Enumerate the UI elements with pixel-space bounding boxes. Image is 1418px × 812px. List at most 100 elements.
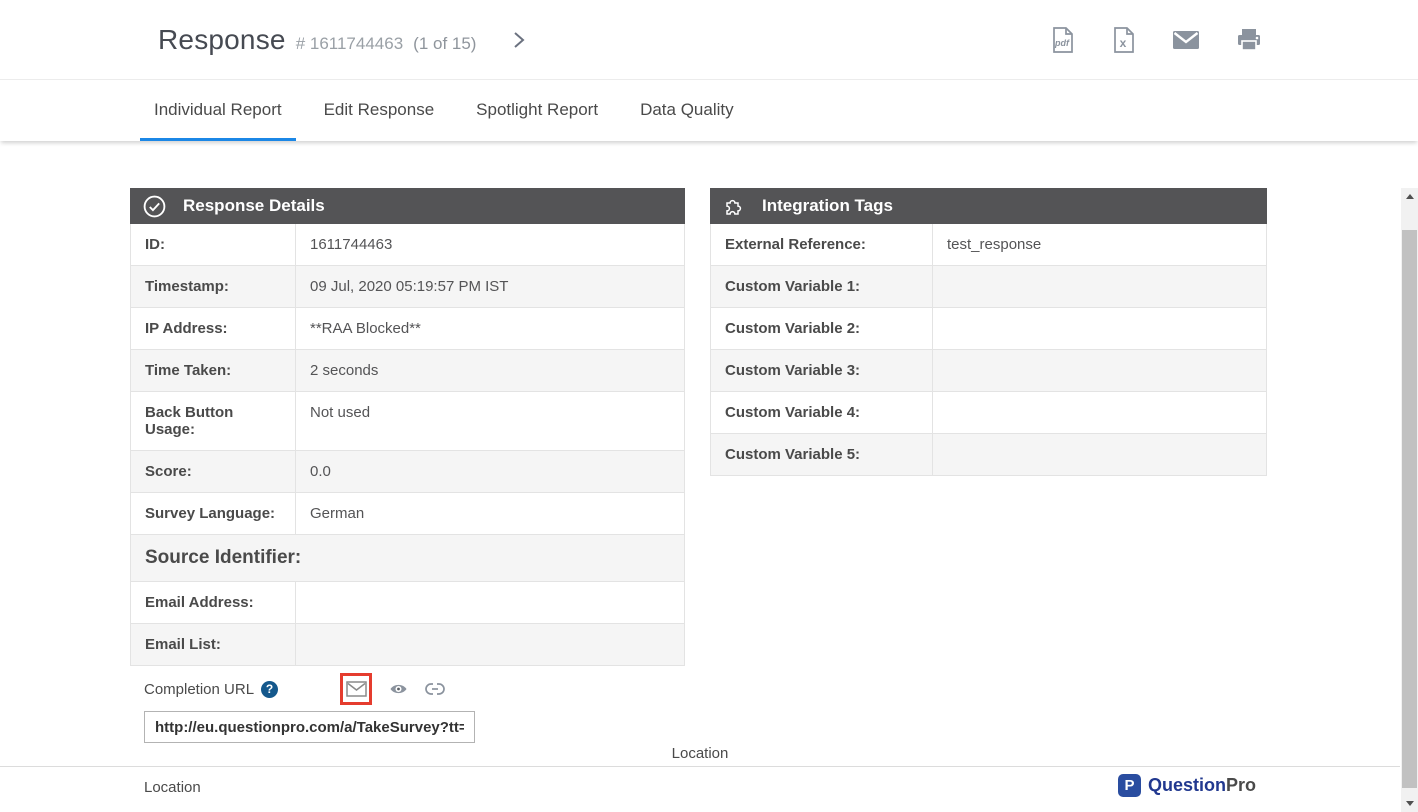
row-value: 2 seconds — [296, 350, 684, 391]
table-row: Back Button Usage: Not used — [131, 392, 684, 451]
eye-icon — [389, 682, 408, 696]
brand-pro: Pro — [1226, 775, 1256, 795]
completion-url-input[interactable] — [144, 711, 475, 743]
row-label: Custom Variable 5: — [711, 434, 933, 475]
header-icons: pdf x — [1050, 26, 1262, 54]
table-row: Custom Variable 3: — [711, 350, 1266, 392]
table-row: Time Taken: 2 seconds — [131, 350, 684, 392]
scroll-down-button[interactable] — [1401, 795, 1418, 812]
row-label: Time Taken: — [131, 350, 296, 391]
copy-link-button[interactable] — [425, 682, 445, 696]
table-row: Custom Variable 1: — [711, 266, 1266, 308]
completion-url-row: Completion URL ? — [144, 672, 484, 706]
row-label: Custom Variable 4: — [711, 392, 933, 433]
row-label: External Reference: — [711, 224, 933, 265]
tab-bar: Individual Report Edit Response Spotligh… — [0, 81, 1418, 141]
row-value — [933, 266, 1266, 307]
preview-url-button[interactable] — [389, 682, 408, 696]
excel-export-icon[interactable]: x — [1111, 26, 1136, 54]
footer-divider — [0, 766, 1400, 767]
table-row: ID: 1611744463 — [131, 224, 684, 266]
table-row: Custom Variable 2: — [711, 308, 1266, 350]
integration-tags-table: External Reference: test_response Custom… — [710, 224, 1267, 476]
response-number: # 1611744463 — [296, 34, 403, 54]
email-response-icon[interactable] — [1172, 29, 1200, 51]
row-value: **RAA Blocked** — [296, 308, 684, 349]
tab-spotlight-report[interactable]: Spotlight Report — [462, 81, 612, 141]
row-label: Email Address: — [131, 582, 296, 623]
row-value — [933, 350, 1266, 391]
row-label: Custom Variable 2: — [711, 308, 933, 349]
completion-url-label: Completion URL — [144, 681, 254, 698]
row-label: Score: — [131, 451, 296, 492]
integration-tags-header: Integration Tags — [710, 188, 1267, 224]
response-position: (1 of 15) — [413, 34, 476, 54]
scrollbar-thumb[interactable] — [1402, 230, 1417, 788]
response-details-header: Response Details — [130, 188, 685, 224]
svg-text:x: x — [1120, 36, 1127, 50]
tab-edit-response[interactable]: Edit Response — [310, 81, 449, 141]
row-label: Timestamp: — [131, 266, 296, 307]
table-row: Custom Variable 5: — [711, 434, 1266, 475]
table-row: Timestamp: 09 Jul, 2020 05:19:57 PM IST — [131, 266, 684, 308]
row-value — [296, 624, 684, 665]
email-icon — [346, 681, 367, 697]
table-row: Score: 0.0 — [131, 451, 684, 493]
row-value — [933, 392, 1266, 433]
completion-url-actions — [340, 673, 445, 705]
location-label: Location — [144, 779, 201, 796]
row-label: Email List: — [131, 624, 296, 665]
link-icon — [425, 682, 445, 696]
location-section-title: Location — [0, 745, 1400, 762]
check-circle-icon — [142, 194, 167, 219]
row-value: 0.0 — [296, 451, 684, 492]
table-row: Email Address: — [131, 582, 684, 624]
next-response-button[interactable] — [512, 30, 526, 50]
response-details-table: ID: 1611744463 Timestamp: 09 Jul, 2020 0… — [130, 224, 685, 666]
table-row: Survey Language: German — [131, 493, 684, 535]
panel-title: Integration Tags — [762, 196, 893, 216]
brand-question: Question — [1148, 775, 1226, 795]
app-header: Response # 1611744463 (1 of 15) pdf x — [0, 0, 1418, 80]
svg-text:pdf: pdf — [1054, 38, 1070, 48]
row-label: IP Address: — [131, 308, 296, 349]
row-value: test_response — [933, 224, 1266, 265]
table-row: Custom Variable 4: — [711, 392, 1266, 434]
tab-individual-report[interactable]: Individual Report — [140, 81, 296, 141]
row-value: 1611744463 — [296, 224, 684, 265]
completion-url-block: Completion URL ? — [144, 672, 484, 743]
row-label: Back Button Usage: — [131, 392, 296, 450]
pdf-export-icon[interactable]: pdf — [1050, 26, 1075, 54]
row-label: ID: — [131, 224, 296, 265]
title-wrap: Response # 1611744463 (1 of 15) — [158, 24, 476, 56]
row-label: Custom Variable 3: — [711, 350, 933, 391]
panel-title: Response Details — [183, 196, 325, 216]
scroll-up-button[interactable] — [1401, 188, 1418, 205]
vertical-scrollbar[interactable] — [1401, 188, 1418, 812]
row-value — [933, 308, 1266, 349]
response-details-panel: Response Details ID: 1611744463 Timestam… — [130, 188, 685, 666]
source-identifier-row: Source Identifier: — [131, 535, 684, 582]
row-label: Custom Variable 1: — [711, 266, 933, 307]
table-row: IP Address: **RAA Blocked** — [131, 308, 684, 350]
triangle-up-icon — [1406, 194, 1414, 199]
triangle-down-icon — [1406, 801, 1414, 806]
table-row: Email List: — [131, 624, 684, 665]
integration-tags-panel: Integration Tags External Reference: tes… — [710, 188, 1267, 476]
tab-data-quality[interactable]: Data Quality — [626, 81, 748, 141]
help-icon[interactable]: ? — [261, 681, 278, 698]
questionpro-logo-mark: P — [1118, 774, 1141, 797]
row-value — [933, 434, 1266, 475]
row-value: German — [296, 493, 684, 534]
print-response-icon[interactable] — [1236, 28, 1262, 52]
table-row: External Reference: test_response — [711, 224, 1266, 266]
row-value: Not used — [296, 392, 684, 450]
row-value: 09 Jul, 2020 05:19:57 PM IST — [296, 266, 684, 307]
row-label: Survey Language: — [131, 493, 296, 534]
puzzle-icon — [722, 194, 746, 218]
row-value — [296, 582, 684, 623]
page-title: Response — [158, 24, 286, 56]
chevron-right-icon — [512, 30, 526, 50]
questionpro-logo: P QuestionPro — [1118, 774, 1256, 797]
email-url-button[interactable] — [340, 673, 372, 705]
